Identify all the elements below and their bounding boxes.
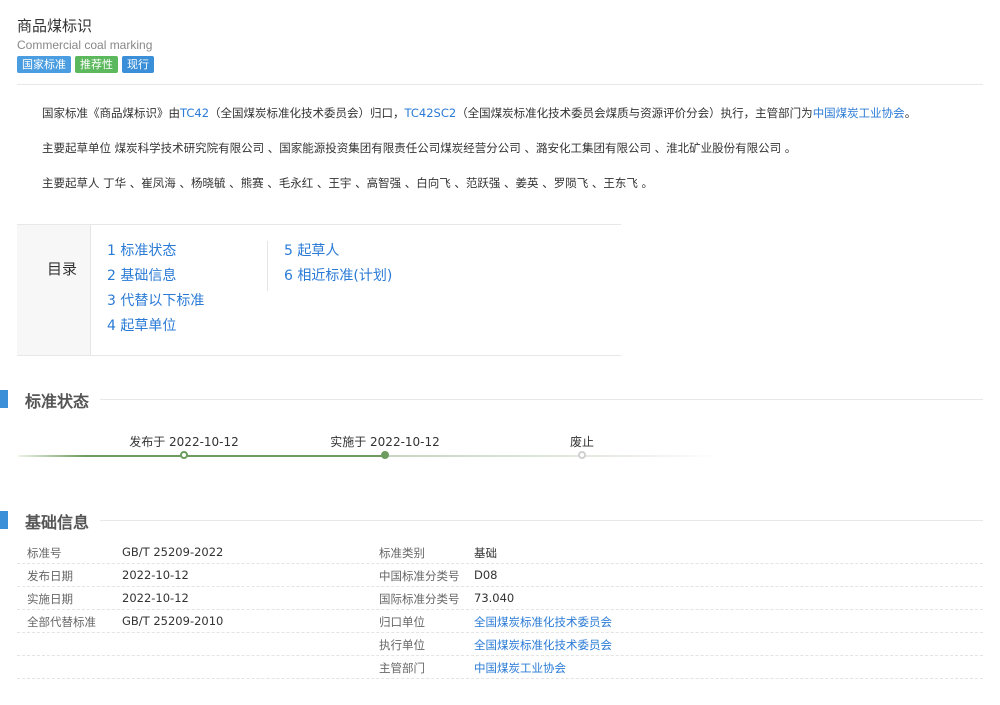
link-responsible-unit[interactable]: 全国煤炭标准化技术委员会 — [474, 614, 612, 630]
toc-column-1: 1 标准状态 2 基础信息 3 代替以下标准 4 起草单位 — [107, 241, 204, 341]
link-department[interactable]: 中国煤炭工业协会 — [474, 660, 566, 676]
timeline-progress — [18, 455, 385, 457]
summary-line-management: 国家标准《商品煤标识》由TC42（全国煤炭标准化技术委员会）归口，TC42SC2… — [42, 106, 917, 120]
value-publish-date: 2022-10-12 — [122, 568, 189, 582]
toc-label: 目录 — [47, 260, 78, 278]
toc-label-box: 目录 — [17, 225, 91, 355]
status-timeline: 发布于 2022-10-12 实施于 2022-10-12 废止 — [18, 430, 720, 470]
label-executing-unit: 执行单位 — [379, 638, 425, 652]
label-standard-no: 标准号 — [27, 546, 62, 560]
header-divider — [17, 84, 983, 85]
dept-link[interactable]: 中国煤炭工业协会 — [813, 106, 905, 120]
timeline-dot-abolished — [578, 451, 586, 459]
table-row: 主管部门 中国煤炭工业协会 — [17, 656, 983, 679]
toc-item-replaces[interactable]: 3 代替以下标准 — [107, 291, 204, 316]
toc-item-drafters[interactable]: 5 起草人 — [284, 241, 392, 266]
value-replaces: GB/T 25209-2010 — [122, 614, 224, 628]
table-row: 执行单位 全国煤炭标准化技术委员会 — [17, 633, 983, 656]
timeline-label-published: 发布于 2022-10-12 — [129, 435, 239, 449]
value-ccs: D08 — [474, 568, 498, 582]
label-replaces: 全部代替标准 — [27, 615, 96, 629]
page-subtitle: Commercial coal marking — [17, 38, 153, 52]
summary-line-units: 主要起草单位 煤炭科学技术研究院有限公司 、国家能源投资集团有限责任公司煤炭经营… — [42, 141, 797, 155]
toc-item-similar[interactable]: 6 相近标准(计划) — [284, 266, 392, 291]
value-ics: 73.040 — [474, 591, 515, 605]
timeline-label-implemented: 实施于 2022-10-12 — [330, 435, 440, 449]
tc42sc2-link[interactable]: TC42SC2 — [405, 106, 457, 120]
table-row: 发布日期 2022-10-12 中国标准分类号 D08 — [17, 564, 983, 587]
table-row: 全部代替标准 GB/T 25209-2010 归口单位 全国煤炭标准化技术委员会 — [17, 610, 983, 633]
table-row: 实施日期 2022-10-12 国际标准分类号 73.040 — [17, 587, 983, 610]
timeline-label-abolished: 废止 — [569, 435, 595, 449]
tag-recommended: 推荐性 — [75, 56, 118, 73]
label-ics: 国际标准分类号 — [379, 592, 460, 606]
basic-section-header: 基础信息 — [0, 507, 1000, 532]
value-implement-date: 2022-10-12 — [122, 591, 189, 605]
label-implement-date: 实施日期 — [27, 592, 73, 606]
section-divider — [100, 520, 983, 521]
toc-item-basic-info[interactable]: 2 基础信息 — [107, 266, 204, 291]
basic-section-title: 基础信息 — [25, 513, 90, 532]
timeline-dot-published — [180, 451, 188, 459]
tag-list: 国家标准 推荐性 现行 — [17, 56, 154, 73]
value-standard-no: GB/T 25209-2022 — [122, 545, 224, 559]
tag-current: 现行 — [122, 56, 154, 73]
label-category: 标准类别 — [379, 546, 425, 560]
summary-line-drafters: 主要起草人 丁华 、崔凤海 、杨晓毓 、熊赛 、毛永红 、王宇 、高智强 、白向… — [42, 176, 654, 190]
value-category: 基础 — [474, 546, 497, 560]
page-title: 商品煤标识 — [17, 17, 93, 35]
link-executing-unit[interactable]: 全国煤炭标准化技术委员会 — [474, 637, 612, 653]
timeline-dot-implemented — [381, 451, 389, 459]
status-section-header: 标准状态 — [0, 386, 1000, 411]
tag-national-standard: 国家标准 — [17, 56, 71, 73]
section-marker — [0, 390, 8, 408]
toc-item-status[interactable]: 1 标准状态 — [107, 241, 204, 266]
label-publish-date: 发布日期 — [27, 569, 73, 583]
label-ccs: 中国标准分类号 — [379, 569, 460, 583]
section-divider — [100, 399, 983, 400]
table-of-contents: 目录 1 标准状态 2 基础信息 3 代替以下标准 4 起草单位 5 起草人 6… — [17, 224, 621, 356]
tc42-link[interactable]: TC42 — [180, 106, 209, 120]
toc-column-2: 5 起草人 6 相近标准(计划) — [267, 241, 392, 291]
section-marker — [0, 511, 8, 529]
label-responsible-unit: 归口单位 — [379, 615, 425, 629]
toc-item-drafting-units[interactable]: 4 起草单位 — [107, 316, 204, 341]
label-department: 主管部门 — [379, 661, 425, 675]
timeline-remaining — [385, 455, 720, 457]
status-section-title: 标准状态 — [25, 392, 90, 411]
table-row: 标准号 GB/T 25209-2022 标准类别 基础 — [17, 541, 983, 564]
summary: 国家标准《商品煤标识》由TC42（全国煤炭标准化技术委员会）归口，TC42SC2… — [42, 104, 992, 209]
